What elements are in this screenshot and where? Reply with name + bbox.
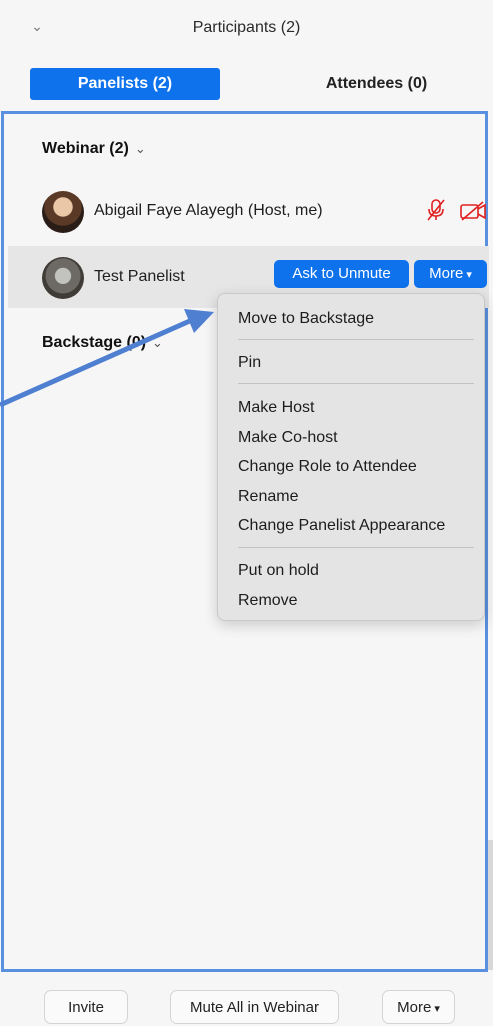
panel-title: Participants (2)	[192, 19, 301, 36]
ask-to-unmute-button[interactable]: Ask to Unmute	[274, 260, 409, 288]
webinar-section-header[interactable]: Webinar (2) ⌄	[42, 140, 146, 158]
backstage-section-title: Backstage (0)	[42, 334, 147, 351]
participant-name: Test Panelist	[94, 268, 185, 285]
chevron-down-icon: ▾	[466, 269, 472, 281]
tab-attendees[interactable]: Attendees (0)	[280, 68, 473, 100]
more-label: More	[429, 265, 464, 282]
video-off-icon[interactable]	[459, 200, 487, 222]
webinar-section-title: Webinar (2)	[42, 140, 129, 157]
menu-item-make-host[interactable]: Make Host	[238, 399, 314, 417]
menu-divider	[238, 547, 474, 548]
more-button[interactable]: More ▾	[414, 260, 487, 288]
participant-tabs: Panelists (2) Attendees (0)	[30, 68, 473, 100]
chevron-down-icon: ▾	[434, 1003, 440, 1015]
backstage-section-header[interactable]: Backstage (0) ⌄	[42, 334, 163, 352]
chevron-down-icon: ⌄	[152, 335, 163, 350]
menu-divider	[238, 383, 474, 384]
menu-divider	[238, 339, 474, 340]
participant-context-menu: Move to Backstage Pin Make Host Make Co-…	[217, 293, 485, 621]
menu-item-rename[interactable]: Rename	[238, 488, 298, 506]
tab-panelists[interactable]: Panelists (2)	[30, 68, 220, 100]
menu-item-make-co-host[interactable]: Make Co-host	[238, 429, 338, 447]
chevron-down-icon: ⌄	[134, 141, 146, 156]
mute-all-button[interactable]: Mute All in Webinar	[170, 990, 339, 1024]
avatar	[42, 257, 84, 299]
footer-more-label: More	[397, 999, 432, 1016]
scrollbar-track[interactable]	[488, 840, 493, 970]
menu-item-change-role-to-attendee[interactable]: Change Role to Attendee	[238, 458, 417, 476]
menu-item-put-on-hold[interactable]: Put on hold	[238, 562, 319, 580]
menu-item-remove[interactable]: Remove	[238, 592, 298, 610]
participant-name: Abigail Faye Alayegh (Host, me)	[94, 202, 323, 219]
menu-item-change-panelist-appearance[interactable]: Change Panelist Appearance	[238, 517, 445, 535]
avatar	[42, 191, 84, 233]
footer-more-button[interactable]: More ▾	[382, 990, 455, 1024]
participants-header: ⌄ Participants (2)	[0, 0, 493, 60]
menu-item-move-to-backstage[interactable]: Move to Backstage	[238, 310, 374, 328]
mic-muted-icon[interactable]	[425, 198, 447, 222]
participants-footer: Invite Mute All in Webinar More ▾	[0, 972, 493, 1025]
participant-row-host[interactable]: Abigail Faye Alayegh (Host, me)	[8, 180, 489, 242]
menu-item-pin[interactable]: Pin	[238, 354, 261, 372]
invite-button[interactable]: Invite	[44, 990, 128, 1024]
